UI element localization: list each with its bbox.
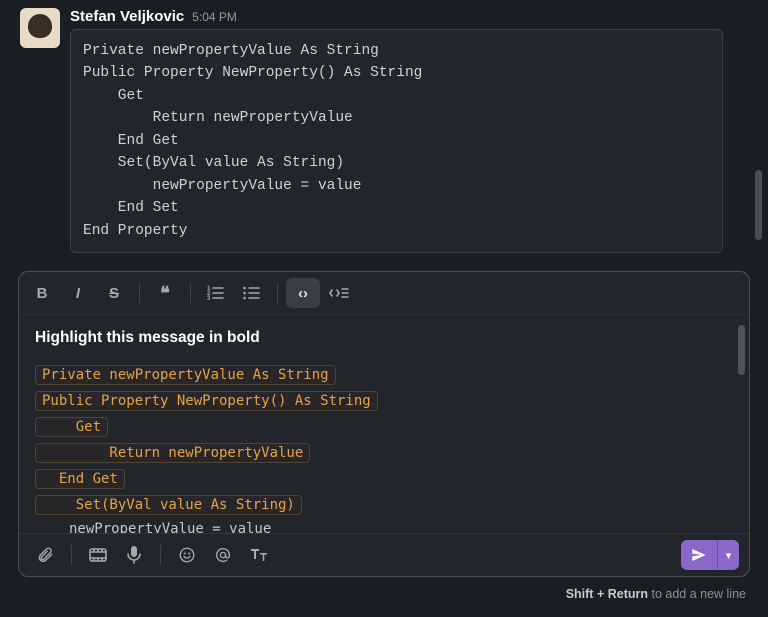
- inline-code-chip: Private newPropertyValue As String: [35, 365, 336, 385]
- text-format-icon: [249, 547, 269, 563]
- blockquote-button[interactable]: ❝: [148, 278, 182, 308]
- inline-code-button[interactable]: ‹›: [286, 278, 320, 308]
- message-composer: B I S ❝ 123 ‹› Highlight this message in…: [18, 271, 750, 577]
- video-clip-button[interactable]: [82, 540, 114, 570]
- toolbar-separator: [160, 545, 161, 565]
- mention-icon: [214, 546, 232, 564]
- composer-hint: Shift + Return to add a new line: [0, 583, 768, 601]
- composer-editor[interactable]: Highlight this message in bold Private n…: [19, 315, 749, 533]
- toolbar-separator: [139, 283, 140, 303]
- send-options-button[interactable]: ▾: [717, 540, 739, 570]
- send-icon: [690, 546, 708, 564]
- hint-shortcut: Shift + Return: [566, 587, 648, 601]
- composer-actions-toolbar: ▾: [19, 533, 749, 576]
- message-row: Stefan Veljkovic 5:04 PM Private newProp…: [0, 0, 768, 261]
- channel-scrollbar[interactable]: [755, 170, 762, 240]
- message-header: Stefan Veljkovic 5:04 PM: [70, 8, 748, 25]
- ordered-list-icon: 123: [207, 285, 225, 301]
- toolbar-separator: [190, 283, 191, 303]
- username[interactable]: Stefan Veljkovic: [70, 8, 184, 25]
- formatting-toggle-button[interactable]: [243, 540, 275, 570]
- composer-bold-text: Highlight this message in bold: [35, 329, 733, 347]
- paperclip-icon: [36, 546, 54, 564]
- unordered-list-icon: [243, 285, 261, 301]
- inline-code-chip: Return newPropertyValue: [35, 443, 310, 463]
- formatting-toolbar: B I S ❝ 123 ‹›: [19, 272, 749, 315]
- composer-plain-line: newPropertyValue = value: [35, 521, 733, 533]
- strikethrough-button[interactable]: S: [97, 278, 131, 308]
- code-block-button[interactable]: [322, 278, 356, 308]
- avatar[interactable]: [20, 8, 60, 48]
- toolbar-separator: [277, 283, 278, 303]
- emoji-icon: [178, 546, 196, 564]
- svg-text:3: 3: [207, 296, 211, 301]
- hint-text: to add a new line: [648, 587, 746, 601]
- video-icon: [89, 548, 107, 562]
- attach-button[interactable]: [29, 540, 61, 570]
- ordered-list-button[interactable]: 123: [199, 278, 233, 308]
- emoji-button[interactable]: [171, 540, 203, 570]
- bold-button[interactable]: B: [25, 278, 59, 308]
- unordered-list-button[interactable]: [235, 278, 269, 308]
- code-block-icon: [329, 285, 349, 301]
- inline-code-chip: Set(ByVal value As String): [35, 495, 302, 515]
- audio-clip-button[interactable]: [118, 540, 150, 570]
- toolbar-separator: [71, 545, 72, 565]
- microphone-icon: [127, 546, 141, 564]
- inline-code-chip: End Get: [35, 469, 125, 489]
- timestamp[interactable]: 5:04 PM: [192, 10, 237, 24]
- message-code-block[interactable]: Private newPropertyValue As String Publi…: [70, 29, 723, 253]
- italic-button[interactable]: I: [61, 278, 95, 308]
- send-button[interactable]: [681, 540, 717, 570]
- inline-code-chip: Get: [35, 417, 108, 437]
- send-button-group: ▾: [681, 540, 739, 570]
- mention-button[interactable]: [207, 540, 239, 570]
- editor-scrollbar[interactable]: [738, 325, 745, 375]
- inline-code-chip: Public Property NewProperty() As String: [35, 391, 378, 411]
- message-content: Stefan Veljkovic 5:04 PM Private newProp…: [70, 8, 748, 253]
